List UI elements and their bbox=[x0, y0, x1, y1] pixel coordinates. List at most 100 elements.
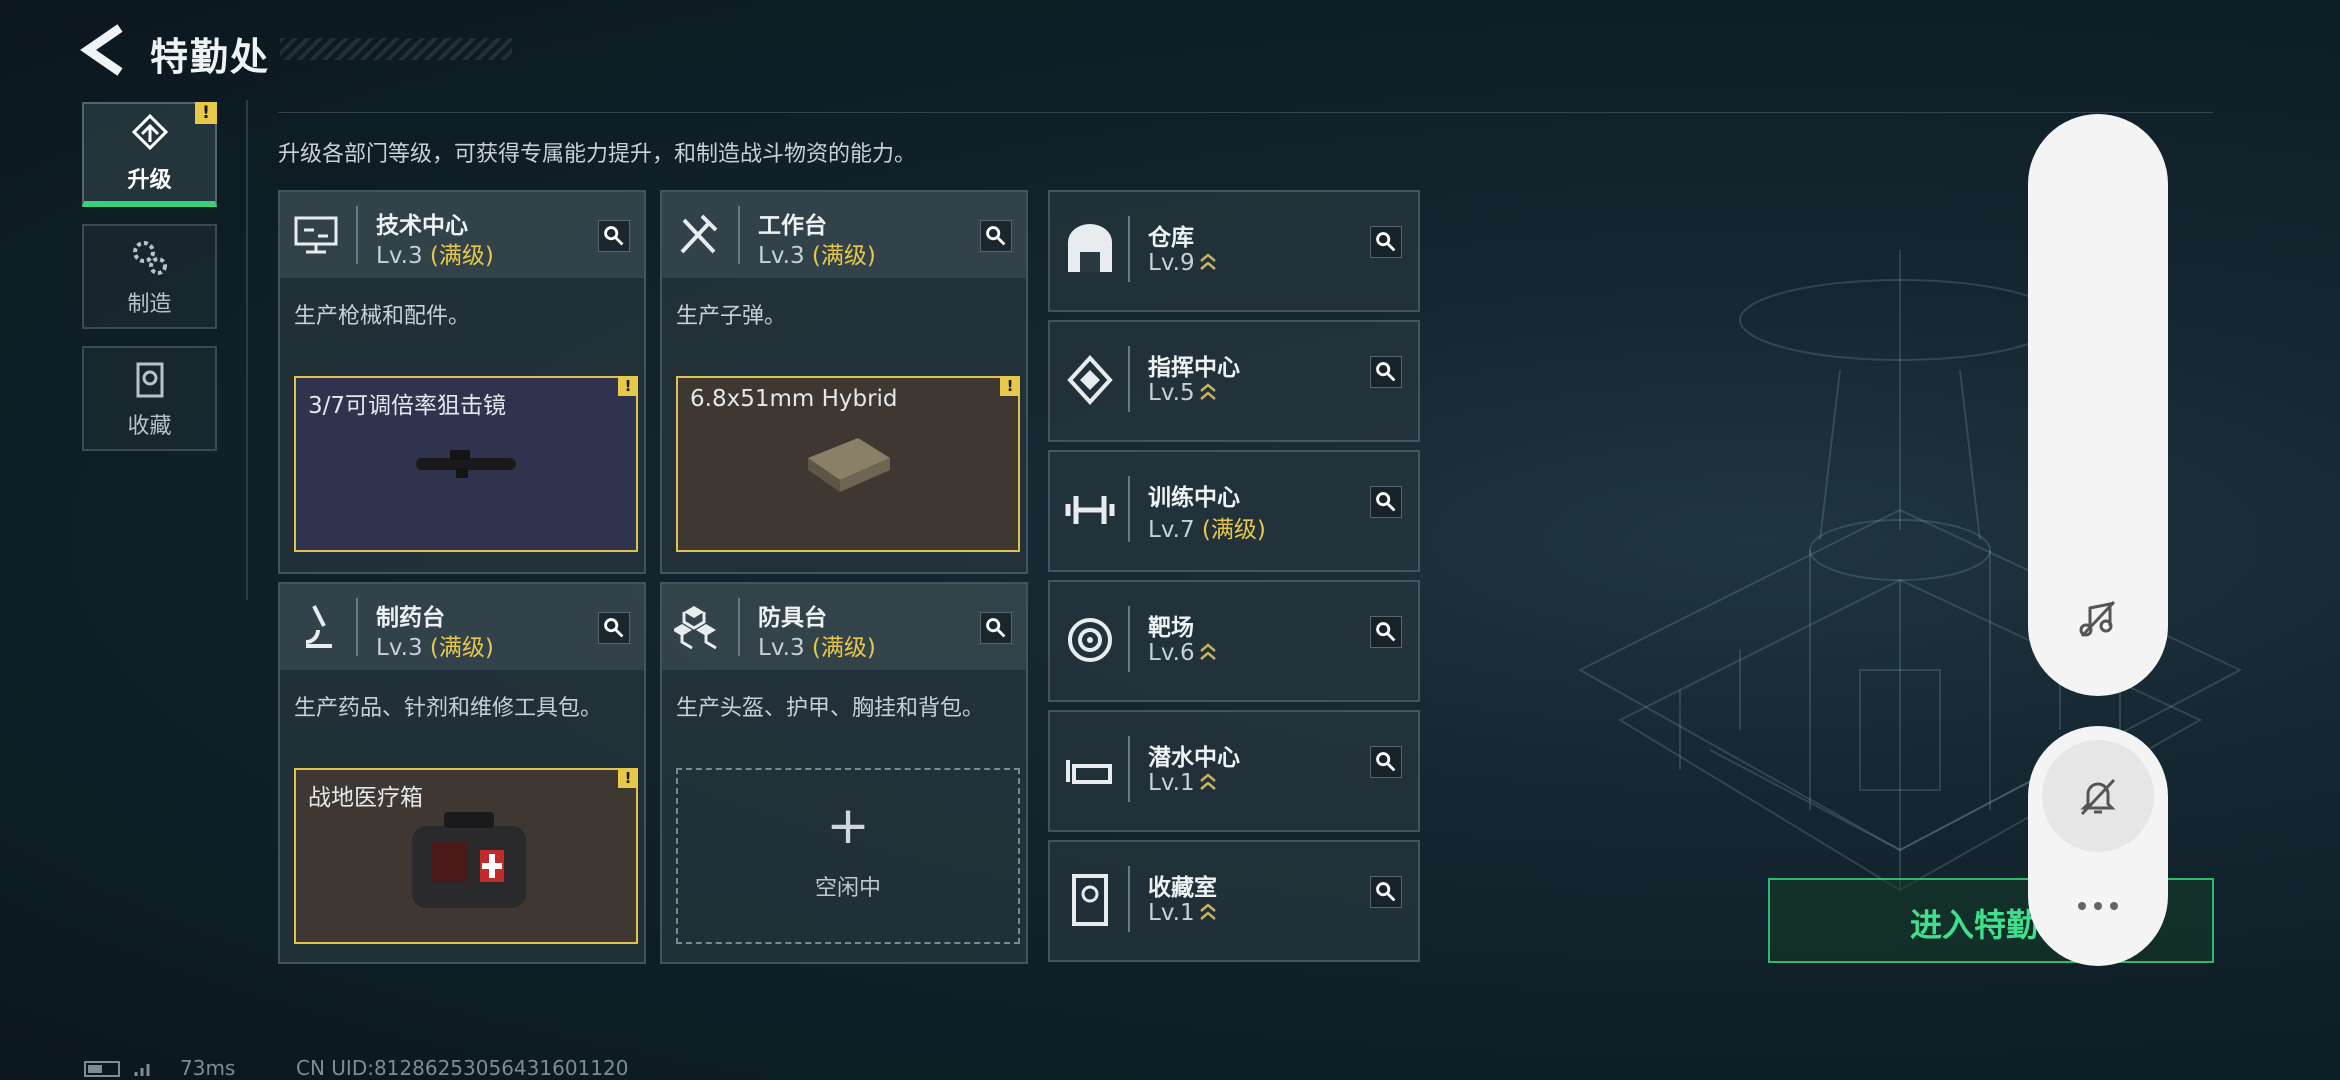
search-icon[interactable] bbox=[598, 220, 630, 252]
item-name: 6.8x51mm Hybrid bbox=[690, 386, 898, 412]
upgrade-icon bbox=[131, 113, 168, 150]
search-icon[interactable] bbox=[1370, 226, 1402, 258]
upgrade-chevron-icon bbox=[1199, 773, 1216, 790]
facility-training-center[interactable]: 训练中心 Lv.7 (满级) bbox=[1048, 450, 1420, 572]
card-description: 生产子弹。 bbox=[676, 304, 787, 329]
search-icon[interactable] bbox=[1370, 616, 1402, 648]
upgrade-chevron-icon bbox=[1199, 643, 1216, 660]
facility-name: 收藏室 bbox=[1148, 875, 1217, 901]
warehouse-icon bbox=[1068, 224, 1112, 272]
microscope-icon bbox=[305, 605, 332, 648]
search-icon[interactable] bbox=[1370, 876, 1402, 908]
upgrade-chevron-icon bbox=[1199, 383, 1216, 400]
floating-controls bbox=[2028, 726, 2168, 966]
ammo-box-image bbox=[808, 438, 890, 492]
uid-label: CN UID:81286253056431601120 bbox=[296, 1056, 629, 1080]
tech-center-icon bbox=[294, 216, 338, 254]
add-icon: + bbox=[826, 796, 870, 856]
facility-level: Lv.1 bbox=[1148, 900, 1217, 926]
alert-badge: ! bbox=[1000, 376, 1020, 396]
tab-label: 收藏 bbox=[127, 413, 172, 439]
item-name: 3/7可调倍率狙击镜 bbox=[308, 393, 507, 419]
facility-level: Lv.9 bbox=[1148, 250, 1217, 276]
more-icon[interactable] bbox=[2074, 896, 2122, 916]
upgrade-chevron-icon bbox=[1199, 903, 1216, 920]
card-pharmacy[interactable]: 制药台 Lv.3 (满级) 生产药品、针剂和维修工具包。 战地医疗箱 ! bbox=[278, 582, 646, 964]
facility-level: Lv.1 bbox=[1148, 770, 1217, 796]
search-icon[interactable] bbox=[1370, 746, 1402, 778]
collection-room-icon bbox=[1072, 874, 1108, 926]
tab-collection[interactable]: 收藏 bbox=[82, 346, 217, 451]
facility-name: 潜水中心 bbox=[1148, 745, 1240, 771]
mute-notification-button[interactable] bbox=[2042, 740, 2154, 852]
dumbbell-icon bbox=[1065, 496, 1115, 524]
collection-icon bbox=[136, 362, 163, 397]
tab-craft[interactable]: 制造 bbox=[82, 224, 217, 329]
facility-name: 指挥中心 bbox=[1148, 355, 1240, 381]
craft-slot-idle[interactable]: + 空闲中 bbox=[676, 768, 1020, 944]
hammer-wrench-icon bbox=[680, 214, 718, 254]
facility-collection-room[interactable]: 收藏室 Lv.1 bbox=[1048, 840, 1420, 962]
search-icon[interactable] bbox=[980, 220, 1012, 252]
divider bbox=[278, 112, 2213, 113]
facility-name: 防具台 bbox=[758, 605, 827, 631]
facility-level: Lv.7 (满级) bbox=[1148, 517, 1266, 543]
craft-slot[interactable]: 3/7可调倍率狙击镜 ! bbox=[294, 376, 638, 552]
search-icon[interactable] bbox=[598, 612, 630, 644]
gears-icon bbox=[132, 240, 167, 275]
facility-name: 靶场 bbox=[1148, 615, 1194, 641]
title-decoration bbox=[280, 38, 512, 60]
divider bbox=[246, 100, 248, 600]
search-icon[interactable] bbox=[1370, 486, 1402, 518]
facility-level: Lv.3 (满级) bbox=[376, 635, 494, 661]
ping-label: 73ms bbox=[180, 1056, 236, 1080]
facility-diving-center[interactable]: 潜水中心 Lv.1 bbox=[1048, 710, 1420, 832]
facility-level: Lv.5 bbox=[1148, 380, 1217, 406]
card-description: 生产药品、针剂和维修工具包。 bbox=[294, 696, 603, 721]
facility-level: Lv.3 (满级) bbox=[758, 243, 876, 269]
craft-slot[interactable]: 战地医疗箱 ! bbox=[294, 768, 638, 944]
music-off-icon[interactable] bbox=[2076, 596, 2120, 640]
facility-warehouse[interactable]: 仓库 Lv.9 bbox=[1048, 190, 1420, 312]
tab-label: 制造 bbox=[127, 291, 172, 317]
diving-mask-icon bbox=[1066, 760, 1112, 784]
medkit-image bbox=[412, 812, 526, 908]
tab-label: 升级 bbox=[127, 167, 172, 193]
facility-name: 工作台 bbox=[758, 213, 827, 239]
search-icon[interactable] bbox=[980, 612, 1012, 644]
card-tech-center[interactable]: 技术中心 Lv.3 (满级) 生产枪械和配件。 3/7可调倍率狙击镜 ! bbox=[278, 190, 646, 574]
card-workbench[interactable]: 工作台 Lv.3 (满级) 生产子弹。 6.8x51mm Hybrid ! bbox=[660, 190, 1028, 574]
battery-signal-icon bbox=[84, 1061, 150, 1077]
back-arrow-icon[interactable] bbox=[80, 22, 130, 78]
page-title: 特勤处 bbox=[150, 35, 271, 79]
tab-upgrade[interactable]: 升级 ! bbox=[82, 102, 217, 207]
facility-name: 技术中心 bbox=[376, 213, 468, 239]
alert-badge: ! bbox=[195, 102, 217, 124]
alert-badge: ! bbox=[618, 768, 638, 788]
card-description: 生产头盔、护甲、胸挂和背包。 bbox=[676, 696, 985, 721]
card-armor-bench[interactable]: 防具台 Lv.3 (满级) 生产头盔、护甲、胸挂和背包。 + 空闲中 bbox=[660, 582, 1028, 964]
base-hologram-background bbox=[1577, 250, 2243, 892]
facility-name: 训练中心 bbox=[1148, 485, 1240, 511]
search-icon[interactable] bbox=[1370, 356, 1402, 388]
enter-button-label: 进入特勤 bbox=[1910, 906, 2039, 944]
card-description: 生产枪械和配件。 bbox=[294, 304, 471, 329]
alert-badge: ! bbox=[618, 376, 638, 396]
facility-name: 仓库 bbox=[1148, 225, 1194, 251]
bell-off-icon bbox=[2080, 778, 2116, 816]
facility-command-center[interactable]: 指挥中心 Lv.5 bbox=[1048, 320, 1420, 442]
section-description: 升级各部门等级，可获得专属能力提升，和制造战斗物资的能力。 bbox=[278, 142, 917, 167]
idle-label: 空闲中 bbox=[814, 876, 881, 901]
craft-slot[interactable]: 6.8x51mm Hybrid ! bbox=[676, 376, 1020, 552]
floating-toolbar bbox=[2028, 114, 2168, 696]
command-center-icon bbox=[1067, 355, 1113, 405]
scope-image bbox=[416, 450, 516, 478]
facility-level: Lv.3 (满级) bbox=[758, 635, 876, 661]
cubes-icon bbox=[674, 606, 717, 650]
facility-name: 制药台 bbox=[376, 605, 445, 631]
target-icon bbox=[1068, 618, 1112, 662]
facility-level: Lv.3 (满级) bbox=[376, 243, 494, 269]
facility-level: Lv.6 bbox=[1148, 640, 1217, 666]
upgrade-chevron-icon bbox=[1199, 253, 1216, 270]
facility-shooting-range[interactable]: 靶场 Lv.6 bbox=[1048, 580, 1420, 702]
